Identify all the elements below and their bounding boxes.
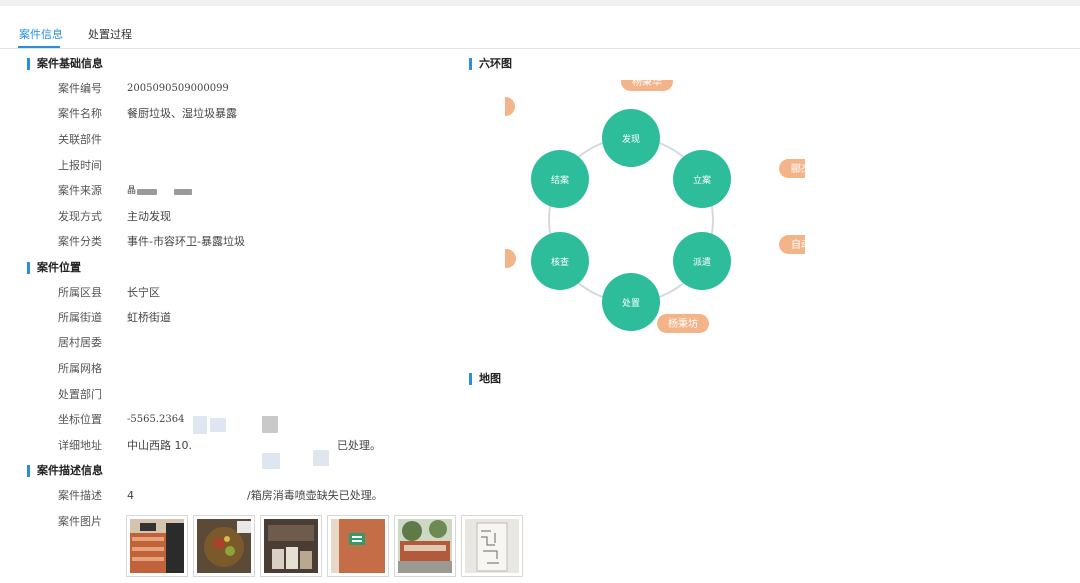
- tab-process[interactable]: 处置过程: [88, 26, 132, 42]
- ring-tag-label: 郦杰: [791, 163, 805, 175]
- ring-node-2[interactable]: 立案: [673, 150, 732, 208]
- field-value: 2005090509000099: [127, 83, 229, 94]
- photo-bin-icon: [130, 519, 184, 573]
- field-value-tail: 已处理。: [337, 439, 381, 452]
- ring-node-tag: 自动: [779, 235, 824, 254]
- redacted-block: [174, 189, 192, 195]
- field-value: 主动发现: [127, 210, 171, 223]
- ring-node-label: 立案: [693, 174, 711, 186]
- ring-node-tag: 自动: [471, 249, 516, 268]
- field-value: 事件-市容环卫-暴露垃圾: [127, 235, 245, 248]
- field-label: 处置部门: [58, 388, 102, 401]
- ring-node-tag: 郦杰: [470, 97, 515, 116]
- ring-tag-label: 杨秉坊: [668, 317, 698, 330]
- tab-case-info[interactable]: 案件信息: [19, 26, 63, 42]
- field-value: -5565.2364: [127, 414, 185, 425]
- ring-node-1[interactable]: 发现: [602, 109, 660, 167]
- active-tab-indicator: [18, 46, 60, 48]
- field-value: 餐厨垃圾、湿垃圾暴露: [127, 107, 237, 120]
- ring-node-label: 派遣: [693, 256, 711, 268]
- field-value: 4: [127, 489, 134, 502]
- field-label: 案件分类: [58, 235, 102, 248]
- ring-node-5[interactable]: 核查: [530, 232, 589, 290]
- ring-chart: 发现 杨秉华立案 郦杰派遣 自动处置杨秉坊 核查 自动 结案 郦杰: [470, 72, 824, 333]
- section-title-ring: 六环图: [469, 58, 512, 70]
- ring-node-tag: 杨秉华: [621, 72, 673, 91]
- case-image-thumb[interactable]: [260, 515, 322, 577]
- ring-node-4[interactable]: 处置: [602, 273, 660, 331]
- field-value: 长宁区: [127, 286, 160, 299]
- field-label: 所属区县: [58, 286, 102, 299]
- field-label: 案件来源: [58, 184, 102, 197]
- field-label: 发现方式: [58, 210, 102, 223]
- redacted-block: [193, 416, 207, 434]
- ring-node-label: 核查: [551, 256, 569, 268]
- ring-tag-label: 杨秉华: [632, 80, 662, 88]
- ring-node-3[interactable]: 派遣: [673, 232, 732, 290]
- field-label: 案件编号: [58, 82, 102, 95]
- redacted-block: [210, 418, 226, 432]
- ring-tag-pill: [471, 249, 516, 268]
- field-label: 详细地址: [58, 439, 102, 452]
- photo-street-icon: [398, 519, 452, 573]
- field-label: 所属网格: [58, 362, 102, 375]
- case-image-thumb[interactable]: [394, 515, 456, 577]
- photo-sign-wall-icon: [331, 519, 385, 573]
- ring-node-label: 处置: [622, 297, 640, 309]
- section-title-map: 地图: [469, 373, 501, 385]
- field-label: 坐标位置: [58, 413, 102, 426]
- redacted-block: [137, 189, 157, 195]
- case-image-thumb[interactable]: [327, 515, 389, 577]
- ring-node-tag: 郦杰: [779, 159, 824, 178]
- field-label: 上报时间: [58, 159, 102, 172]
- ring-node-label: 结案: [551, 174, 569, 186]
- ring-node-6[interactable]: 结案: [530, 150, 589, 208]
- ring-node-label: 发现: [622, 133, 640, 145]
- section-title-description: 案件描述信息: [27, 465, 103, 477]
- field-label: 案件描述: [58, 489, 102, 502]
- tab-bar: 案件信息 处置过程: [0, 20, 1080, 49]
- field-label: 居村居委: [58, 336, 102, 349]
- field-value: 中山西路 10.: [127, 439, 192, 452]
- field-label: 所属街道: [58, 311, 102, 324]
- redacted-block: [262, 416, 278, 433]
- map-container[interactable]: [469, 392, 1069, 577]
- case-image-thumb[interactable]: [126, 515, 188, 577]
- redacted-block: [262, 453, 280, 469]
- field-label: 案件名称: [58, 107, 102, 120]
- case-image-thumb[interactable]: [193, 515, 255, 577]
- field-label: 关联部件: [58, 133, 102, 146]
- photo-bins-shed-icon: [264, 519, 318, 573]
- field-value: 晶: [127, 186, 137, 196]
- section-title-location: 案件位置: [27, 262, 81, 274]
- field-value-tail: /箱房消毒喷壶缺失已处理。: [247, 489, 383, 502]
- ring-tag-label: 自动: [791, 238, 805, 251]
- field-label: 案件图片: [58, 515, 102, 528]
- ring-tag-pill: [470, 97, 515, 116]
- section-title-basic: 案件基础信息: [27, 58, 103, 70]
- top-bar: [0, 0, 1080, 6]
- six-ring-diagram: 发现 杨秉华立案 郦杰派遣 自动处置杨秉坊 核查 自动 结案 郦杰: [470, 72, 824, 350]
- redacted-block: [313, 450, 329, 466]
- field-value: 虹桥街道: [127, 311, 171, 324]
- ring-node-tag: 杨秉坊: [657, 314, 709, 333]
- photo-food-waste-icon: [197, 519, 251, 573]
